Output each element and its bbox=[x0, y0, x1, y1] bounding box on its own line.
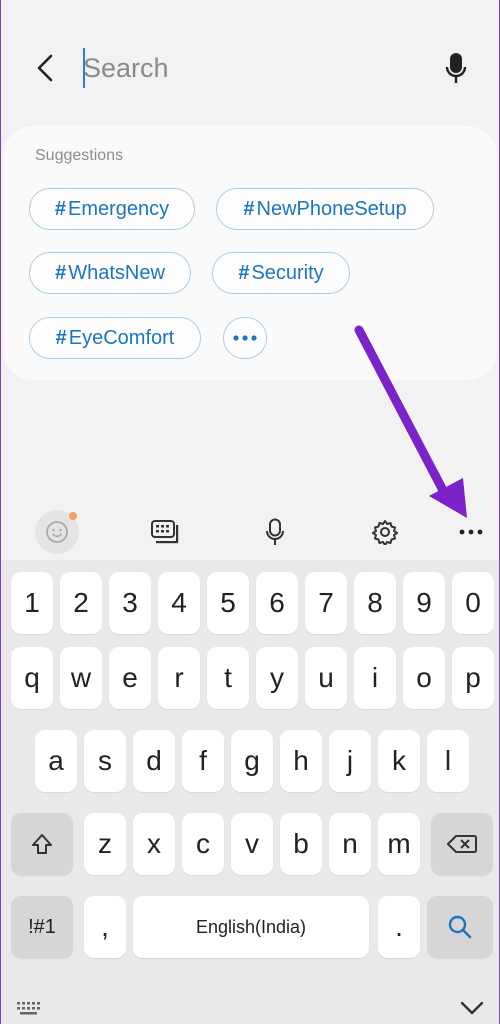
gear-icon bbox=[372, 520, 398, 545]
chip-eyecomfort[interactable]: # EyeComfort bbox=[29, 317, 201, 359]
chip-label: NewPhoneSetup bbox=[256, 197, 407, 220]
key-3[interactable]: 3 bbox=[109, 572, 151, 634]
symbols-key[interactable]: !#1 bbox=[11, 896, 73, 958]
hash-symbol: # bbox=[54, 197, 66, 220]
space-key[interactable]: English(India) bbox=[133, 896, 369, 958]
key-6[interactable]: 6 bbox=[256, 572, 298, 634]
key-m[interactable]: m bbox=[378, 813, 420, 875]
key-n[interactable]: n bbox=[329, 813, 371, 875]
hide-keyboard-icon[interactable] bbox=[459, 1000, 485, 1016]
text-cursor bbox=[83, 48, 85, 88]
key-p[interactable]: p bbox=[452, 647, 494, 709]
back-arrow-icon bbox=[37, 54, 53, 82]
keyboard-mode-button[interactable] bbox=[143, 510, 187, 554]
key-2[interactable]: 2 bbox=[60, 572, 102, 634]
back-button[interactable] bbox=[27, 48, 63, 88]
emoji-icon bbox=[46, 521, 68, 543]
more-options-button[interactable] bbox=[449, 510, 493, 554]
shift-icon bbox=[32, 834, 52, 854]
search-key[interactable] bbox=[427, 896, 493, 958]
key-5[interactable]: 5 bbox=[207, 572, 249, 634]
keyboard-bottom-bar bbox=[1, 990, 499, 1024]
key-7[interactable]: 7 bbox=[305, 572, 347, 634]
chip-newphonesetup[interactable]: # NewPhoneSetup bbox=[216, 188, 434, 230]
shift-key[interactable] bbox=[11, 813, 73, 875]
key-i[interactable]: i bbox=[354, 647, 396, 709]
key-y[interactable]: y bbox=[256, 647, 298, 709]
key-s[interactable]: s bbox=[84, 730, 126, 792]
search-bar bbox=[1, 0, 499, 120]
keyboard-toolbar bbox=[1, 508, 499, 556]
key-c[interactable]: c bbox=[182, 813, 224, 875]
key-9[interactable]: 9 bbox=[403, 572, 445, 634]
microphone-icon bbox=[445, 53, 467, 83]
more-suggestions-button[interactable] bbox=[223, 317, 267, 359]
key-v[interactable]: v bbox=[231, 813, 273, 875]
key-x[interactable]: x bbox=[133, 813, 175, 875]
key-w[interactable]: w bbox=[60, 647, 102, 709]
key-l[interactable]: l bbox=[427, 730, 469, 792]
keyboard-settings-button[interactable] bbox=[363, 510, 407, 554]
backspace-key[interactable] bbox=[431, 813, 493, 875]
key-j[interactable]: j bbox=[329, 730, 371, 792]
period-key[interactable]: . bbox=[378, 896, 420, 958]
mic-icon bbox=[266, 518, 284, 545]
key-b[interactable]: b bbox=[280, 813, 322, 875]
chip-security[interactable]: # Security bbox=[212, 252, 350, 294]
suggestions-panel: Suggestions # Emergency # NewPhoneSetup # W… bbox=[3, 126, 497, 380]
backspace-icon bbox=[447, 835, 477, 853]
key-8[interactable]: 8 bbox=[354, 572, 396, 634]
key-f[interactable]: f bbox=[182, 730, 224, 792]
key-h[interactable]: h bbox=[280, 730, 322, 792]
chip-label: WhatsNew bbox=[68, 261, 165, 284]
key-e[interactable]: e bbox=[109, 647, 151, 709]
key-t[interactable]: t bbox=[207, 647, 249, 709]
suggestions-title: Suggestions bbox=[35, 147, 124, 164]
key-q[interactable]: q bbox=[11, 647, 53, 709]
key-u[interactable]: u bbox=[305, 647, 347, 709]
keyboard-switch-icon[interactable] bbox=[17, 1002, 43, 1016]
chip-whatsnew[interactable]: # WhatsNew bbox=[29, 252, 191, 294]
comma-key[interactable]: , bbox=[84, 896, 126, 958]
key-d[interactable]: d bbox=[133, 730, 175, 792]
key-0[interactable]: 0 bbox=[452, 572, 494, 634]
voice-search-button[interactable] bbox=[441, 50, 471, 86]
voice-input-button[interactable] bbox=[253, 510, 297, 554]
more-dots-icon bbox=[459, 529, 483, 535]
search-input[interactable] bbox=[83, 44, 413, 92]
key-4[interactable]: 4 bbox=[158, 572, 200, 634]
key-a[interactable]: a bbox=[35, 730, 77, 792]
search-icon bbox=[448, 915, 472, 939]
hash-symbol: # bbox=[238, 261, 250, 284]
key-g[interactable]: g bbox=[231, 730, 273, 792]
key-k[interactable]: k bbox=[378, 730, 420, 792]
hash-symbol: # bbox=[243, 197, 255, 220]
key-o[interactable]: o bbox=[403, 647, 445, 709]
chip-label: Security bbox=[251, 261, 324, 284]
keyboard-icon bbox=[151, 520, 179, 544]
chip-emergency[interactable]: # Emergency bbox=[29, 188, 195, 230]
key-z[interactable]: z bbox=[84, 813, 126, 875]
hash-symbol: # bbox=[55, 261, 67, 284]
more-dots-icon bbox=[233, 335, 257, 341]
key-1[interactable]: 1 bbox=[11, 572, 53, 634]
keyboard: 1 2 3 4 5 6 7 8 9 0 q w e r t y u i o p … bbox=[1, 560, 499, 1024]
chip-label: Emergency bbox=[67, 197, 170, 220]
chip-label: EyeComfort bbox=[68, 326, 175, 349]
hash-symbol: # bbox=[55, 326, 67, 349]
key-r[interactable]: r bbox=[158, 647, 200, 709]
notification-dot bbox=[69, 512, 77, 520]
